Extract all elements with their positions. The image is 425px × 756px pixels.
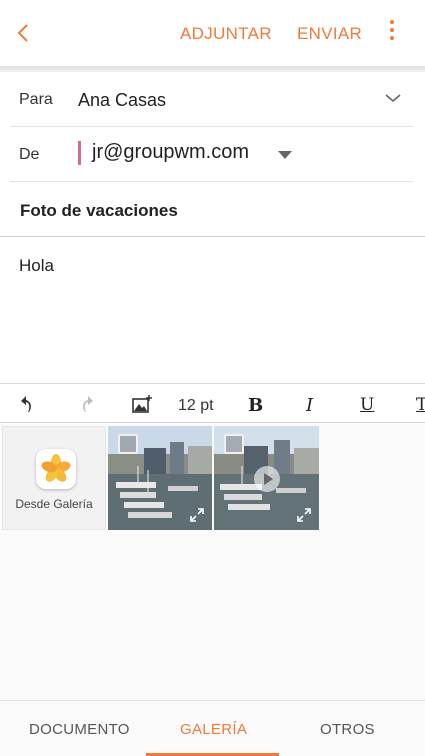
expand-icon[interactable] xyxy=(190,508,204,522)
from-field-row[interactable]: De jr@groupwm.com xyxy=(10,127,413,182)
tab-documento[interactable]: DOCUMENTO xyxy=(29,721,130,738)
insert-image-button[interactable] xyxy=(130,393,154,415)
to-recipient[interactable]: Ana Casas xyxy=(78,90,166,111)
gallery-video-thumbnail[interactable] xyxy=(214,426,319,530)
select-checkbox[interactable] xyxy=(224,434,244,454)
insert-image-icon xyxy=(132,395,152,413)
undo-button[interactable] xyxy=(16,393,40,415)
tab-otros[interactable]: OTROS xyxy=(320,721,375,738)
gallery-photo-thumbnail[interactable] xyxy=(108,426,212,530)
send-button[interactable]: ENVIAR xyxy=(297,24,362,44)
account-color-marker xyxy=(78,141,81,165)
from-gallery-label: Desde Galería xyxy=(15,497,93,511)
gallery-app-icon xyxy=(36,449,76,489)
expand-icon[interactable] xyxy=(297,508,311,522)
to-label: Para xyxy=(19,91,53,108)
gallery-panel: Desde Galería xyxy=(0,424,425,704)
redo-icon xyxy=(83,396,93,412)
subject-input[interactable]: Foto de vacaciones xyxy=(20,201,178,221)
formatting-toolbar: 12 pt B I U T xyxy=(0,383,425,423)
from-label: De xyxy=(19,146,40,163)
play-icon[interactable] xyxy=(254,466,280,492)
to-field-row[interactable]: Para Ana Casas xyxy=(10,72,413,127)
text-style-button[interactable]: T xyxy=(416,394,425,416)
more-vert-icon xyxy=(382,20,402,40)
redo-button[interactable] xyxy=(74,393,98,415)
font-size-button[interactable]: 12 pt xyxy=(178,395,214,417)
dropdown-arrow-icon[interactable] xyxy=(278,151,292,159)
app-bar: ADJUNTAR ENVIAR xyxy=(0,0,425,66)
attachment-source-tabs: DOCUMENTO GALERÍA OTROS xyxy=(0,700,425,756)
back-button[interactable] xyxy=(12,18,36,48)
message-body[interactable]: Hola xyxy=(19,256,54,276)
back-arrow-icon xyxy=(17,24,28,42)
more-options-button[interactable] xyxy=(382,20,402,46)
bold-button[interactable]: B xyxy=(248,394,263,416)
from-account[interactable]: jr@groupwm.com xyxy=(92,141,249,164)
underline-button[interactable]: U xyxy=(360,394,374,416)
subject-field-row[interactable]: Foto de vacaciones xyxy=(0,182,425,237)
attach-button[interactable]: ADJUNTAR xyxy=(180,24,272,44)
chevron-down-icon[interactable] xyxy=(385,92,401,104)
italic-button[interactable]: I xyxy=(306,394,313,416)
undo-icon xyxy=(21,396,31,412)
from-gallery-tile[interactable]: Desde Galería xyxy=(2,426,106,530)
select-checkbox[interactable] xyxy=(118,434,138,454)
tab-galeria[interactable]: GALERÍA xyxy=(180,721,247,738)
